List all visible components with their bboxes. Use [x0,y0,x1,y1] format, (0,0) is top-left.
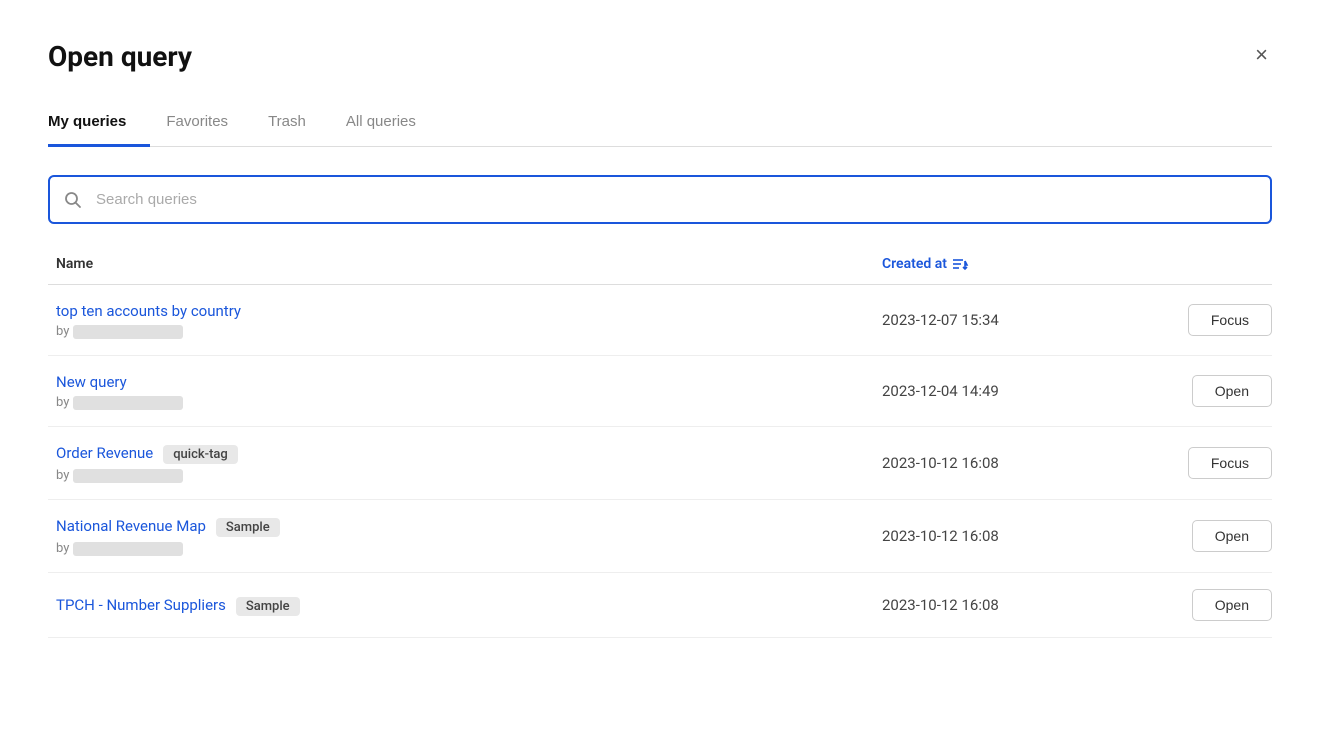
search-icon [64,191,82,209]
row-created-at: 2023-10-12 16:08 [882,596,1142,614]
open-button[interactable]: Open [1192,375,1272,407]
user-placeholder [73,542,183,556]
tab-all-queries[interactable]: All queries [346,101,440,147]
query-tag: Sample [216,518,280,537]
column-created-at: Created at [882,256,1142,272]
tab-bar: My queries Favorites Trash All queries [48,101,1272,147]
query-link[interactable]: National Revenue Map [56,517,206,535]
row-name-col: New query by [48,372,882,410]
user-placeholder [73,396,183,410]
open-query-dialog: Open query × My queries Favorites Trash … [0,0,1320,730]
table-row: Order Revenue quick-tag by 2023-10-12 16… [48,427,1272,500]
row-name-col: Order Revenue quick-tag by [48,443,882,483]
row-action-col: Open [1142,375,1272,407]
row-name-col: top ten accounts by country by [48,301,882,339]
query-link[interactable]: Order Revenue [56,444,153,462]
row-name-col: National Revenue Map Sample by [48,516,882,556]
row-action-col: Open [1142,520,1272,552]
column-name: Name [48,256,882,272]
tab-trash[interactable]: Trash [268,101,330,147]
row-created-at: 2023-10-12 16:08 [882,527,1142,545]
dialog-title: Open query [48,40,192,73]
query-link[interactable]: top ten accounts by country [56,302,241,320]
row-name-col: TPCH - Number Suppliers Sample [48,595,882,616]
table-row: top ten accounts by country by 2023-12-0… [48,285,1272,356]
row-by: by [56,541,882,556]
row-created-at: 2023-12-07 15:34 [882,311,1142,329]
close-button[interactable]: × [1251,40,1272,70]
query-link[interactable]: New query [56,373,127,391]
row-created-at: 2023-12-04 14:49 [882,382,1142,400]
row-by: by [56,324,882,339]
query-tag: quick-tag [163,445,238,464]
query-tag: Sample [236,597,300,616]
row-by: by [56,468,882,483]
search-container [48,175,1272,224]
row-action-col: Open [1142,589,1272,621]
table-header: Name Created at [48,248,1272,285]
sort-icon[interactable] [951,256,969,272]
table-row: TPCH - Number Suppliers Sample 2023-10-1… [48,573,1272,638]
queries-table: Name Created at [48,248,1272,638]
row-action-col: Focus [1142,447,1272,479]
open-button[interactable]: Open [1192,520,1272,552]
focus-button[interactable]: Focus [1188,304,1272,336]
row-created-at: 2023-10-12 16:08 [882,454,1142,472]
table-row: National Revenue Map Sample by 2023-10-1… [48,500,1272,573]
dialog-header: Open query × [48,40,1272,73]
query-link[interactable]: TPCH - Number Suppliers [56,596,226,614]
focus-button[interactable]: Focus [1188,447,1272,479]
search-input[interactable] [48,175,1272,224]
row-action-col: Focus [1142,304,1272,336]
tab-my-queries[interactable]: My queries [48,101,150,147]
tab-favorites[interactable]: Favorites [166,101,252,147]
table-row: New query by 2023-12-04 14:49 Open [48,356,1272,427]
user-placeholder [73,325,183,339]
user-placeholder [73,469,183,483]
row-by: by [56,395,882,410]
open-button[interactable]: Open [1192,589,1272,621]
